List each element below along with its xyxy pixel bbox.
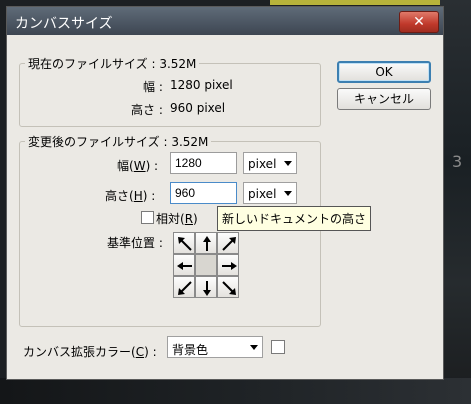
close-icon: ✕ xyxy=(413,14,425,30)
current-width-value: 1280 pixel xyxy=(170,78,233,92)
current-height-value: 960 pixel xyxy=(170,101,226,115)
height-unit-value: pixel xyxy=(248,187,277,201)
cancel-button[interactable]: キャンセル xyxy=(337,88,431,110)
new-height-label: 高さ(H) : xyxy=(105,189,156,203)
arrow-left-icon xyxy=(177,262,192,270)
new-size-title: 変更後のファイルサイズ : 3.52M xyxy=(25,133,212,150)
new-width-label: 幅(W) : xyxy=(117,159,159,173)
width-input[interactable] xyxy=(170,152,237,174)
anchor-top-right[interactable] xyxy=(217,232,239,254)
width-unit-select[interactable]: pixel xyxy=(243,152,297,174)
height-unit-select[interactable]: pixel xyxy=(243,182,297,204)
ok-button[interactable]: OK xyxy=(337,61,431,83)
anchor-label: 基準位置 : xyxy=(107,236,163,250)
background-text: 3 xyxy=(452,152,463,171)
current-size-group xyxy=(19,63,321,127)
relative-label[interactable]: 相対(R) xyxy=(156,210,198,227)
anchor-center[interactable] xyxy=(195,254,217,276)
arrow-right-icon xyxy=(222,262,237,270)
arrow-up-right-icon xyxy=(222,237,236,251)
extension-color-select[interactable]: 背景色 xyxy=(167,336,263,358)
chevron-down-icon xyxy=(284,161,292,166)
chevron-down-icon xyxy=(284,191,292,196)
chevron-down-icon xyxy=(250,345,258,350)
extension-color-value: 背景色 xyxy=(172,343,209,357)
arrow-up-left-icon xyxy=(178,237,192,251)
close-button[interactable]: ✕ xyxy=(399,11,439,33)
background-photo-bottom xyxy=(0,378,471,404)
arrow-down-right-icon xyxy=(222,281,236,295)
current-height-label: 高さ : xyxy=(131,103,163,117)
current-size-title: 現在のファイルサイズ : 3.52M xyxy=(25,55,200,72)
anchor-top[interactable] xyxy=(195,232,217,254)
extension-color-label: カンバス拡張カラー(C) : xyxy=(23,345,157,359)
canvas-size-dialog: カンバスサイズ ✕ 現在のファイルサイズ : 3.52M 幅 : 1280 pi… xyxy=(6,6,444,380)
anchor-right[interactable] xyxy=(217,254,239,276)
extension-color-swatch[interactable] xyxy=(271,340,285,354)
height-input[interactable] xyxy=(170,182,237,204)
height-tooltip: 新しいドキュメントの高さ xyxy=(217,206,372,231)
arrow-down-left-icon xyxy=(178,281,192,295)
anchor-bottom-left[interactable] xyxy=(173,276,195,298)
title-bar[interactable]: カンバスサイズ ✕ xyxy=(7,7,443,35)
background-photo-right xyxy=(440,0,471,404)
arrow-down-icon xyxy=(203,281,211,296)
width-unit-value: pixel xyxy=(248,157,277,171)
anchor-bottom-right[interactable] xyxy=(217,276,239,298)
anchor-bottom[interactable] xyxy=(195,276,217,298)
anchor-top-left[interactable] xyxy=(173,232,195,254)
anchor-left[interactable] xyxy=(173,254,195,276)
window-title: カンバスサイズ xyxy=(15,16,113,32)
arrow-up-icon xyxy=(203,236,211,251)
current-width-label: 幅 : xyxy=(143,80,163,94)
relative-checkbox[interactable] xyxy=(141,211,154,224)
